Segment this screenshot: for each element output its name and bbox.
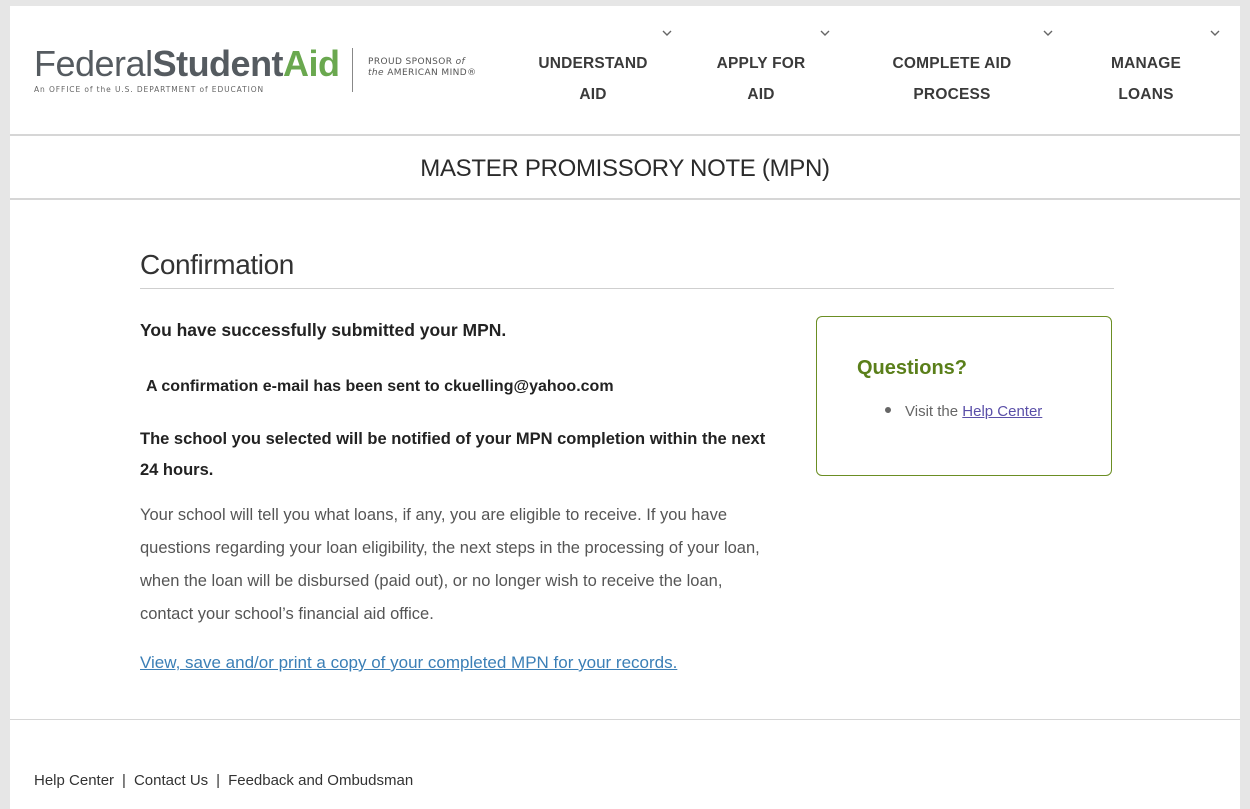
questions-item-prefix: Visit the <box>905 403 959 420</box>
email-notice: A confirmation e-mail has been sent to c… <box>146 378 614 395</box>
nav-label-line2: AID <box>747 86 775 103</box>
questions-panel: Questions? Visit the Help Center <box>816 316 1112 476</box>
sponsor-line2-suffix: AMERICAN MIND® <box>387 68 477 78</box>
fsa-logo[interactable]: FederalStudentAid An OFFICE of the U.S. … <box>34 46 340 95</box>
logo-federal: Federal <box>34 43 153 84</box>
questions-title: Questions? <box>857 357 968 379</box>
nav-apply-for-aid[interactable]: APPLY FOR AID <box>710 48 812 108</box>
sponsor-text: PROUD SPONSOR of the AMERICAN MIND® <box>368 57 476 79</box>
nav-complete-aid-process[interactable]: COMPLETE AID PROCESS <box>882 48 1022 108</box>
nav-label-line1: UNDERSTAND <box>538 55 648 72</box>
bullet-icon <box>885 407 891 414</box>
sponsor-line1-prefix: PROUD SPONSOR <box>368 57 453 67</box>
nav-label-line1: APPLY FOR <box>716 55 806 72</box>
chevron-down-icon[interactable] <box>662 30 672 39</box>
footer-link-contact-us[interactable]: Contact Us <box>134 772 208 789</box>
sponsor-line1-suffix: of <box>455 57 466 67</box>
logo-aid: Aid <box>283 43 340 84</box>
page: FederalStudentAid An OFFICE of the U.S. … <box>10 6 1240 809</box>
page-title-bar: MASTER PROMISSORY NOTE (MPN) <box>10 136 1240 200</box>
chevron-down-icon[interactable] <box>1210 30 1220 39</box>
chevron-down-icon[interactable] <box>1043 30 1053 39</box>
questions-list-item: Visit the Help Center <box>885 403 1042 420</box>
page-title: MASTER PROMISSORY NOTE (MPN) <box>420 155 830 182</box>
chevron-down-icon[interactable] <box>820 30 830 39</box>
sponsor-line2-prefix: the <box>368 68 384 78</box>
logo-subtitle: An OFFICE of the U.S. DEPARTMENT of EDUC… <box>34 85 265 94</box>
footer-divider <box>10 719 1240 720</box>
nav-label-line1: MANAGE <box>1110 55 1182 72</box>
footer-separator: | <box>216 772 221 789</box>
nav-label-line1: COMPLETE AID <box>892 55 1012 72</box>
nav-label-line2: AID <box>579 86 607 103</box>
logo-divider <box>352 48 353 92</box>
confirmation-heading: Confirmation <box>140 249 294 280</box>
heading-divider <box>140 288 1114 289</box>
footer-links: Help Center | Contact Us | Feedback and Ombu… <box>34 772 413 789</box>
nav-label-line2: PROCESS <box>913 86 991 103</box>
logo-student: Student <box>152 43 284 84</box>
footer-link-feedback-ombudsman[interactable]: Feedback and Ombudsman <box>228 772 413 789</box>
view-mpn-link[interactable]: View, save and/or print a copy of your c… <box>140 653 677 673</box>
help-center-link[interactable]: Help Center <box>962 403 1042 420</box>
nav-manage-loans[interactable]: MANAGE LOANS <box>1100 48 1192 108</box>
nav-understand-aid[interactable]: UNDERSTAND AID <box>538 48 648 108</box>
footer-separator: | <box>122 772 126 789</box>
loan-info-paragraph: Your school will tell you what loans, if… <box>140 506 760 623</box>
logo-wordmark: FederalStudentAid <box>34 46 340 82</box>
nav-label-line2: LOANS <box>1118 86 1174 103</box>
site-header: FederalStudentAid An OFFICE of the U.S. … <box>10 6 1240 136</box>
success-message: You have successfully submitted your MPN… <box>140 320 507 340</box>
school-notice: The school you selected will be notified… <box>140 430 766 479</box>
footer-link-help-center[interactable]: Help Center <box>34 772 114 789</box>
